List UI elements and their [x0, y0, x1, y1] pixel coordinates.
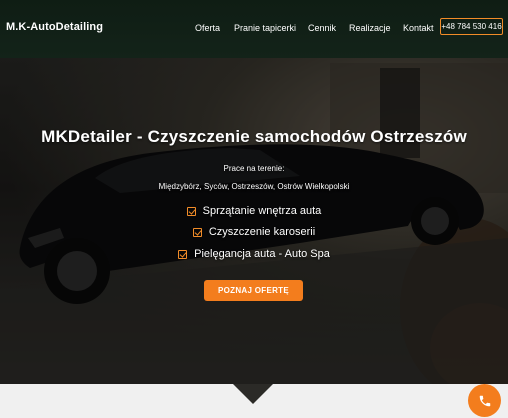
hero-overlay — [0, 58, 508, 384]
nav-cennik[interactable]: Cennik — [308, 23, 336, 33]
feature-label: Sprzątanie wnętrza auta — [202, 205, 322, 217]
hero-section: MKDetailer - Czyszczenie samochodów Ostr… — [0, 58, 508, 384]
checkbox-check-icon — [192, 227, 202, 237]
feature-item: Czyszczenie karoserii — [0, 226, 508, 238]
nav-kontakt[interactable]: Kontakt — [403, 23, 434, 33]
nav-pranie-tapicerki[interactable]: Pranie tapicerki — [234, 23, 296, 33]
nav-oferta[interactable]: Oferta — [195, 23, 220, 33]
nav-realizacje[interactable]: Realizacje — [349, 23, 391, 33]
brand-logo[interactable]: M.K-AutoDetailing — [6, 21, 103, 33]
checkbox-check-icon — [186, 206, 196, 216]
checkbox-check-icon — [178, 249, 188, 259]
hero-title: MKDetailer - Czyszczenie samochodów Ostr… — [41, 127, 467, 146]
phone-button[interactable]: +48 784 530 416 — [440, 18, 503, 35]
area-label: Prace na terenie: — [223, 164, 285, 173]
feature-label: Czyszczenie karoserii — [208, 226, 316, 238]
phone-icon — [479, 395, 490, 406]
feature-item: Sprzątanie wnętrza auta — [0, 205, 508, 217]
feature-label: Pielęgancja auta - Auto Spa — [194, 248, 330, 260]
offer-cta-button[interactable]: POZNAJ OFERTĘ — [204, 280, 303, 301]
feature-item: Pielęgancja auta - Auto Spa — [0, 248, 508, 260]
navbar: M.K-AutoDetailing Oferta Pranie tapicerk… — [0, 0, 508, 58]
down-arrow-icon — [233, 384, 273, 404]
area-list: Międzybórz, Syców, Ostrzeszów, Ostrów Wi… — [158, 182, 350, 191]
call-fab-button[interactable] — [468, 384, 501, 417]
